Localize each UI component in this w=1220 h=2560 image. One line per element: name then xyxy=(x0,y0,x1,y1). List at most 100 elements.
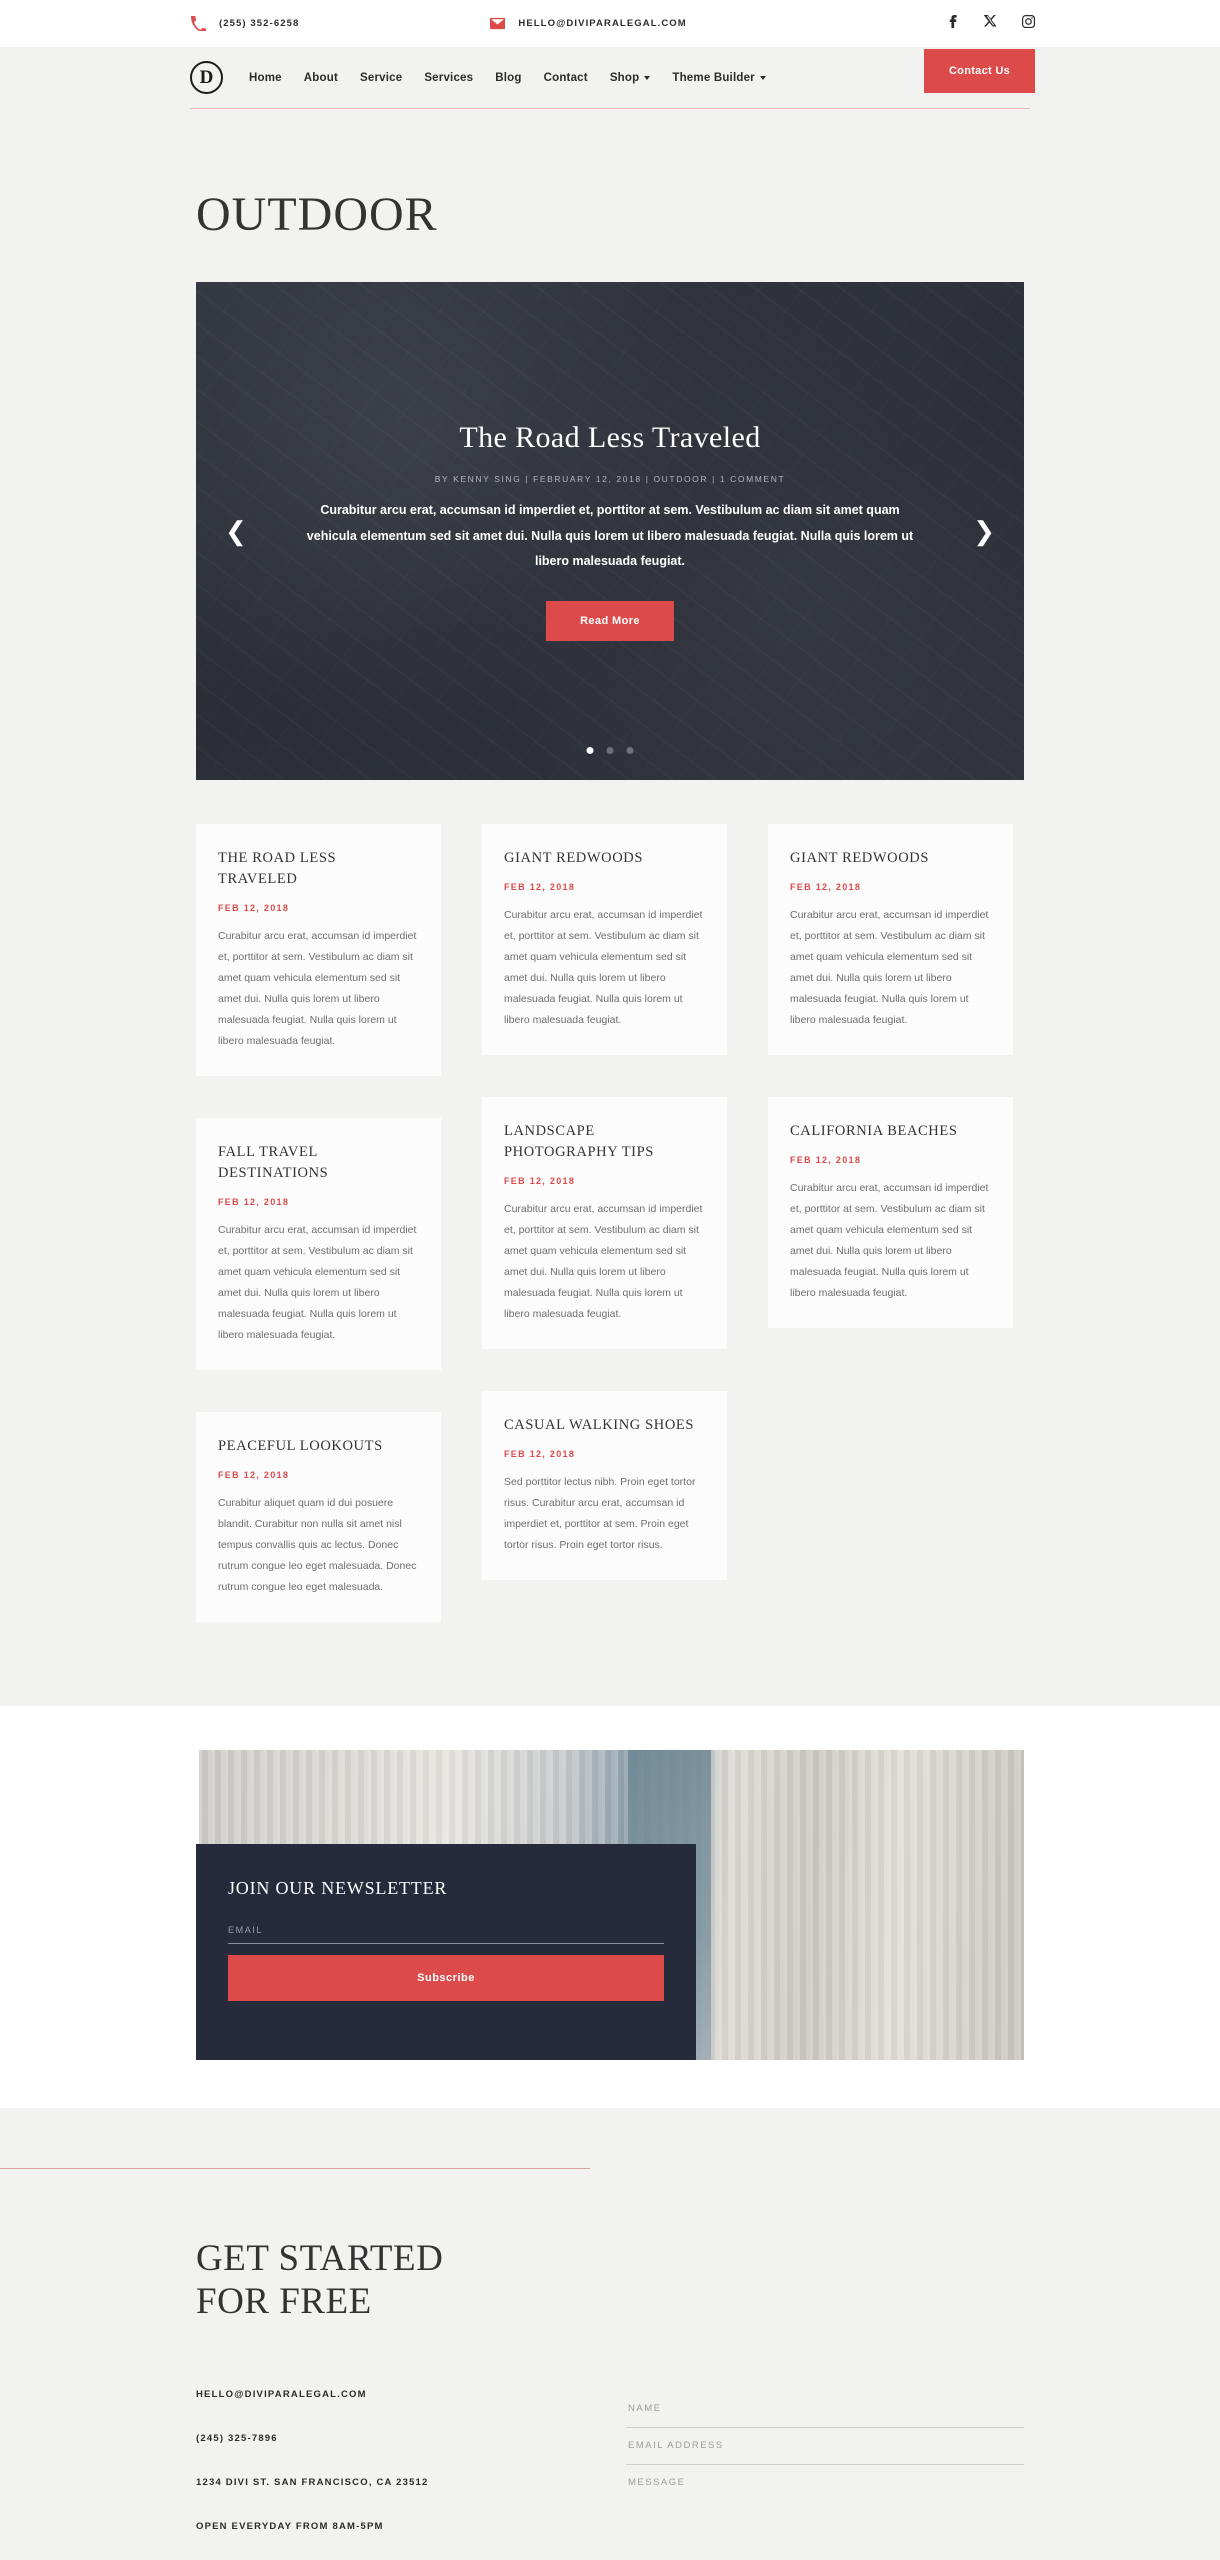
card-title[interactable]: PEACEFUL LOOKOUTS xyxy=(218,1436,419,1457)
nav-item-blog[interactable]: Blog xyxy=(495,72,521,84)
contact-address: 1234 DIVI ST. SAN FRANCISCO, CA 23512 xyxy=(196,2477,429,2489)
nav-item-services[interactable]: Services xyxy=(424,72,473,84)
slide-title: The Road Less Traveled xyxy=(459,421,761,455)
slider-dot-2[interactable] xyxy=(606,747,614,754)
name-field-label: NAME xyxy=(628,2403,662,2415)
contact-us-button[interactable]: Contact Us xyxy=(923,49,1035,93)
nav-label: Contact xyxy=(543,71,588,84)
chevron-left-icon[interactable]: ❮ xyxy=(225,518,247,544)
contact-phone[interactable]: (245) 325-7896 xyxy=(196,2433,626,2444)
blog-card[interactable]: FALL TRAVEL DESTINATIONS FEB 12, 2018 Cu… xyxy=(196,1118,441,1371)
card-body: Sed porttitor lectus nibh. Proin eget to… xyxy=(504,1476,696,1552)
read-more-button[interactable]: Read More xyxy=(546,600,674,641)
nav-label: Home xyxy=(249,71,282,84)
top-bar: (255) 352-6258 HELLO@DIVIPARALEGAL.COM xyxy=(0,0,1220,47)
card-title[interactable]: THE ROAD LESS TRAVELED xyxy=(218,848,419,890)
message-field-label: MESSAGE xyxy=(628,2477,686,2489)
blog-card[interactable]: PEACEFUL LOOKOUTS FEB 12, 2018 Curabitur… xyxy=(196,1412,441,1623)
page-title: OUTDOOR xyxy=(196,188,438,241)
topbar-phone[interactable]: (255) 352-6258 xyxy=(190,16,299,32)
nav-menu: Home About Service Services Blog Contact… xyxy=(249,72,766,84)
nav-label: Service xyxy=(359,71,403,84)
card-date: FEB 12, 2018 xyxy=(504,1176,576,1187)
newsletter-card: JOIN OUR NEWSLETTER EMAIL Subscribe xyxy=(196,1844,696,2061)
nav-bar: D Home About Service Services Blog Conta… xyxy=(190,47,1035,109)
newsletter-title: JOIN OUR NEWSLETTER xyxy=(228,1878,448,1899)
topbar-phone-text: (255) 352-6258 xyxy=(219,18,300,29)
card-date: FEB 12, 2018 xyxy=(218,1197,290,1208)
instagram-icon[interactable] xyxy=(1022,14,1036,33)
card-date: FEB 12, 2018 xyxy=(504,882,576,893)
blog-card[interactable]: LANDSCAPE PHOTOGRAPHY TIPS FEB 12, 2018 … xyxy=(482,1097,727,1350)
chevron-down-icon xyxy=(759,75,766,80)
card-title[interactable]: FALL TRAVEL DESTINATIONS xyxy=(218,1142,419,1184)
blog-card-grid: THE ROAD LESS TRAVELED FEB 12, 2018 Cura… xyxy=(0,780,1220,1623)
section-divider xyxy=(0,2168,590,2170)
card-body: Curabitur arcu erat, accumsan id imperdi… xyxy=(790,1182,989,1300)
subscribe-button[interactable]: Subscribe xyxy=(228,1955,664,2002)
card-date: FEB 12, 2018 xyxy=(790,882,862,893)
hero-slider: ❮ ❯ The Road Less Traveled BY KENNY SING… xyxy=(196,282,1024,780)
email-field[interactable]: EMAIL ADDRESS xyxy=(626,2434,1024,2466)
nav-label: Shop xyxy=(609,71,640,84)
site-logo[interactable]: D xyxy=(190,61,223,94)
card-title[interactable]: CALIFORNIA BEACHES xyxy=(790,1121,991,1142)
nav-item-contact[interactable]: Contact xyxy=(544,72,588,84)
topbar-socials xyxy=(946,14,1036,33)
topbar-email[interactable]: HELLO@DIVIPARALEGAL.COM xyxy=(489,16,686,32)
chevron-right-icon[interactable]: ❯ xyxy=(973,518,995,544)
card-body: Curabitur arcu erat, accumsan id imperdi… xyxy=(790,909,989,1027)
nav-label: Services xyxy=(424,71,474,84)
blog-card[interactable]: CASUAL WALKING SHOES FEB 12, 2018 Sed po… xyxy=(482,1391,727,1581)
email-field-underline xyxy=(626,2464,1024,2466)
card-body: Curabitur arcu erat, accumsan id imperdi… xyxy=(504,909,703,1027)
facebook-icon[interactable] xyxy=(946,14,959,33)
card-body: Curabitur arcu erat, accumsan id imperdi… xyxy=(218,1224,417,1342)
contact-email[interactable]: HELLO@DIVIPARALEGAL.COM xyxy=(196,2389,626,2400)
card-title[interactable]: GIANT REDWOODS xyxy=(504,848,705,869)
card-body: Curabitur arcu erat, accumsan id imperdi… xyxy=(504,1203,703,1321)
contact-form: NAME EMAIL ADDRESS MESSAGE Submit xyxy=(626,2389,1024,2560)
card-title[interactable]: LANDSCAPE PHOTOGRAPHY TIPS xyxy=(504,1121,705,1163)
slider-dot-3[interactable] xyxy=(626,747,634,754)
slide-content: The Road Less Traveled BY KENNY SING | F… xyxy=(305,421,915,641)
newsletter-email-input[interactable] xyxy=(228,1943,664,1945)
nav-label: Blog xyxy=(495,71,522,84)
card-date: FEB 12, 2018 xyxy=(218,903,290,914)
card-body: Curabitur arcu erat, accumsan id imperdi… xyxy=(218,930,417,1048)
card-date: FEB 12, 2018 xyxy=(504,1449,576,1460)
card-title[interactable]: GIANT REDWOODS xyxy=(790,848,991,869)
card-title[interactable]: CASUAL WALKING SHOES xyxy=(504,1415,705,1436)
nav-bar-wrap: D Home About Service Services Blog Conta… xyxy=(0,47,1220,109)
blog-card[interactable]: CALIFORNIA BEACHES FEB 12, 2018 Curabitu… xyxy=(768,1097,1013,1329)
envelope-icon xyxy=(489,16,505,32)
card-date: FEB 12, 2018 xyxy=(218,1470,290,1481)
nav-label: Theme Builder xyxy=(672,71,755,84)
topbar-email-text: HELLO@DIVIPARALEGAL.COM xyxy=(518,18,687,29)
card-body: Curabitur aliquet quam id dui posuere bl… xyxy=(218,1497,417,1594)
name-field[interactable]: NAME xyxy=(626,2397,1024,2429)
get-started-title: GET STARTED FOR FREE xyxy=(196,2238,444,2322)
nav-item-home[interactable]: Home xyxy=(249,72,282,84)
blog-card[interactable]: GIANT REDWOODS FEB 12, 2018 Curabitur ar… xyxy=(768,824,1013,1056)
slider-dot-1[interactable] xyxy=(586,747,594,754)
card-date: FEB 12, 2018 xyxy=(790,1155,862,1166)
blog-card[interactable]: GIANT REDWOODS FEB 12, 2018 Curabitur ar… xyxy=(482,824,727,1056)
card-column-1: THE ROAD LESS TRAVELED FEB 12, 2018 Cura… xyxy=(196,824,441,1623)
name-field-underline xyxy=(626,2427,1024,2429)
x-icon[interactable] xyxy=(983,14,997,33)
nav-item-service[interactable]: Service xyxy=(360,72,402,84)
newsletter-email-label: EMAIL xyxy=(228,1925,264,1936)
message-field[interactable]: MESSAGE xyxy=(626,2471,1024,2560)
blog-card[interactable]: THE ROAD LESS TRAVELED FEB 12, 2018 Cura… xyxy=(196,824,441,1077)
contact-info: HELLO@DIVIPARALEGAL.COM (245) 325-7896 1… xyxy=(196,2389,626,2560)
newsletter-section: JOIN OUR NEWSLETTER EMAIL Subscribe xyxy=(0,1706,1220,2109)
nav-item-about[interactable]: About xyxy=(304,72,338,84)
slide-meta: BY KENNY SING | FEBRUARY 12, 2018 | OUTD… xyxy=(434,474,786,485)
nav-item-shop[interactable]: Shop xyxy=(610,72,651,84)
phone-icon xyxy=(190,16,206,32)
page-root: (255) 352-6258 HELLO@DIVIPARALEGAL.COM D xyxy=(0,0,1220,2560)
card-column-3: GIANT REDWOODS FEB 12, 2018 Curabitur ar… xyxy=(768,824,1013,1622)
email-field-label: EMAIL ADDRESS xyxy=(628,2440,724,2452)
nav-item-theme-builder[interactable]: Theme Builder xyxy=(672,71,766,84)
